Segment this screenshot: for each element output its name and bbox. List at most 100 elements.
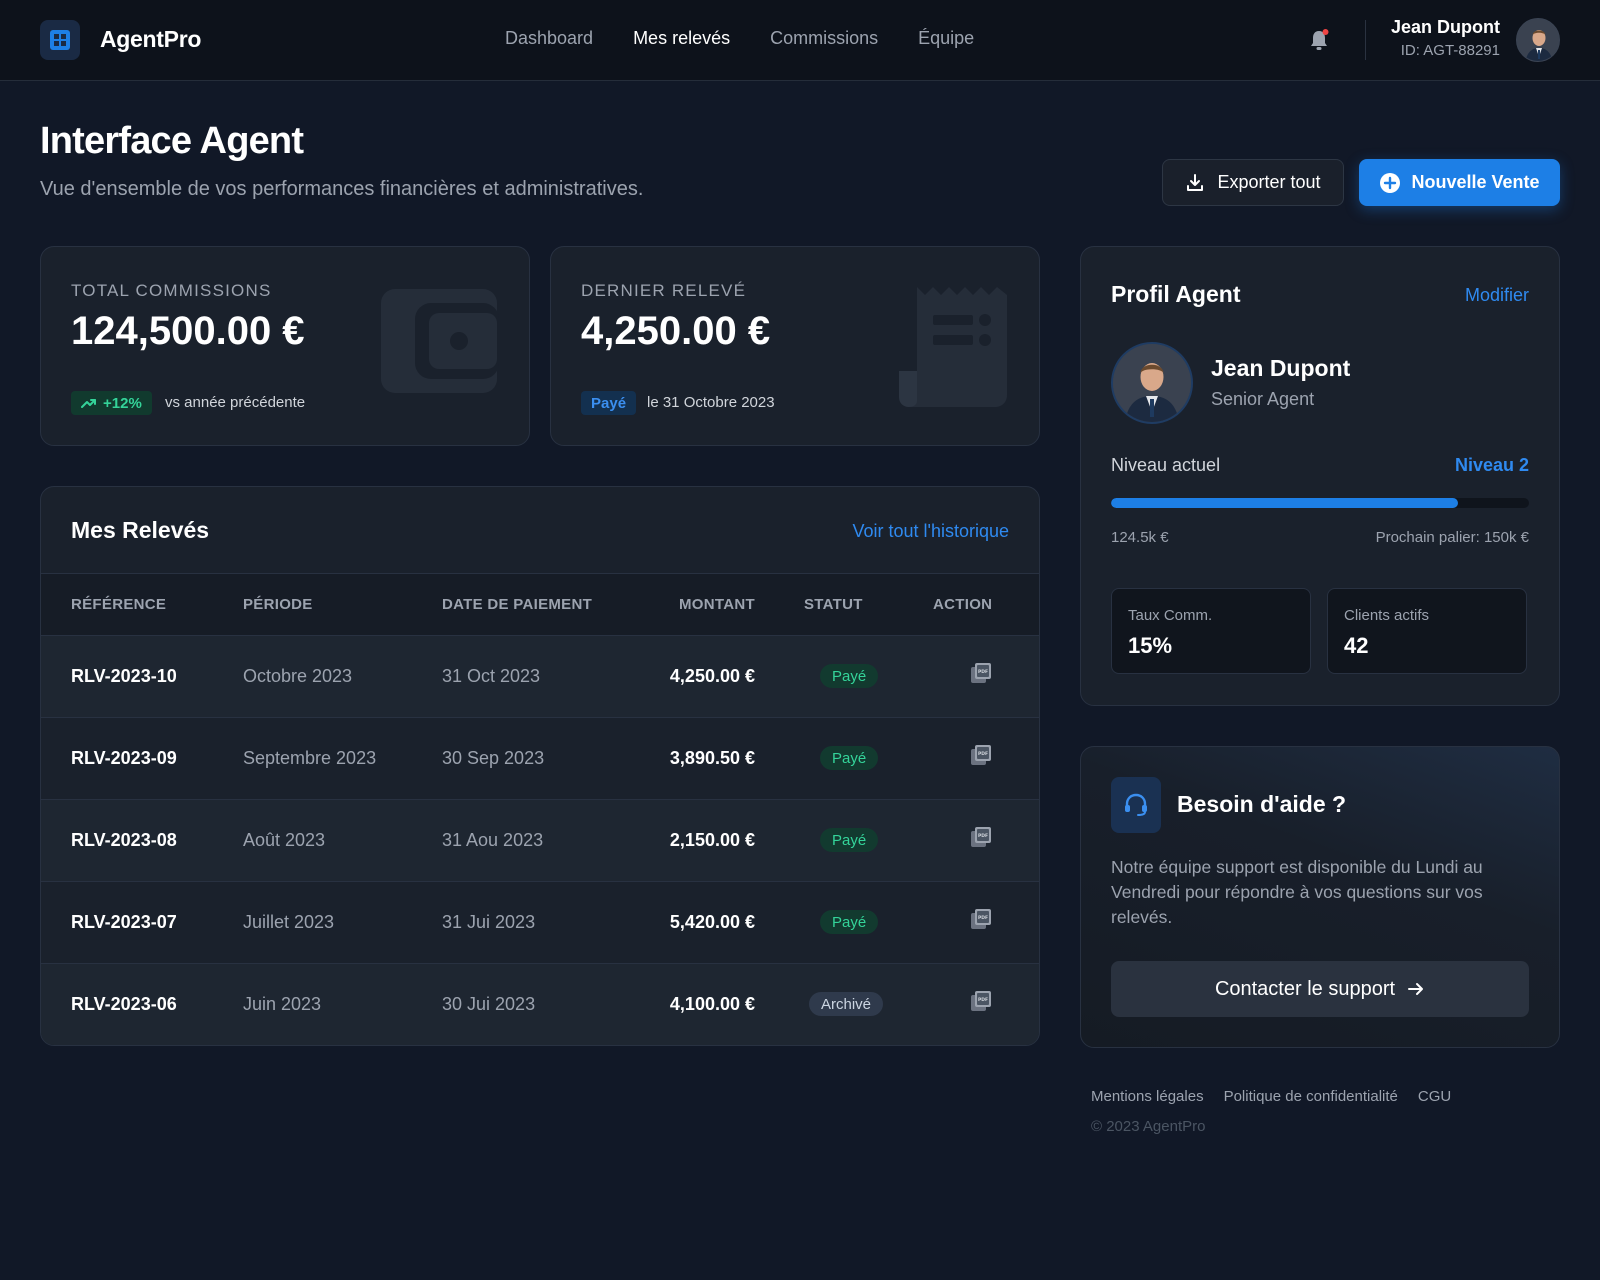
level-progress-fill (1111, 498, 1458, 508)
level-value: Niveau 2 (1454, 455, 1529, 475)
last-statement-date: le 31 Octobre 2023 (647, 394, 775, 411)
total-commissions-label: TOTAL COMMISSIONS (71, 281, 272, 300)
nav-item-dashboard[interactable]: Dashboard (505, 28, 593, 49)
commission-rate-box: Taux Comm. 15% (1111, 588, 1311, 674)
pdf-icon: PDF (971, 663, 991, 683)
page-subtitle: Vue d'ensemble de vos performances finan… (40, 178, 644, 200)
pdf-icon: PDF (971, 991, 991, 1011)
support-title: Besoin d'aide ? (1177, 791, 1347, 817)
table-header: RÉFÉRENCE PÉRIODE DATE DE PAIEMENT MONTA… (41, 573, 1039, 635)
copyright: © 2023 AgentPro (1091, 1118, 1206, 1135)
row-period: Octobre 2023 (243, 666, 353, 686)
notification-dot (1322, 29, 1329, 35)
row-period: Juin 2023 (243, 994, 322, 1014)
status-badge: Payé (820, 664, 879, 688)
bell-icon (1311, 29, 1329, 50)
progress-next-tier: Prochain palier: 150k € (1375, 529, 1529, 546)
table-row[interactable]: RLV-2023-10 Octobre 2023 31 Oct 2023 4,2… (41, 635, 1039, 717)
active-clients-box: Clients actifs 42 (1327, 588, 1527, 674)
svg-text:PDF: PDF (978, 751, 988, 757)
avatar[interactable] (1516, 18, 1560, 62)
support-card: Besoin d'aide ? Notre équipe support est… (1080, 746, 1560, 1048)
page-title: Interface Agent (40, 120, 304, 162)
nav-item-equipe[interactable]: Équipe (918, 28, 974, 49)
notifications-button[interactable] (1308, 28, 1330, 52)
svg-text:PDF: PDF (978, 997, 988, 1003)
user-name: Jean Dupont (1390, 17, 1500, 37)
svg-text:PDF: PDF (978, 833, 988, 839)
status-badge: Payé (820, 746, 879, 770)
nav-item-mes-releves[interactable]: Mes relevés (633, 28, 730, 49)
profile-title: Profil Agent (1111, 281, 1241, 307)
user-avatar-icon (1113, 344, 1191, 422)
headset-icon (1111, 777, 1161, 833)
row-period: Août 2023 (243, 830, 326, 850)
row-reference: RLV-2023-06 (71, 994, 177, 1014)
table-row[interactable]: RLV-2023-06 Juin 2023 30 Jui 2023 4,100.… (41, 963, 1039, 1045)
footer-link-terms[interactable]: CGU (1418, 1088, 1451, 1105)
row-payment-date: 31 Aou 2023 (442, 830, 544, 850)
download-pdf-button[interactable]: PDF (970, 826, 992, 853)
edit-profile-link[interactable]: Modifier (1465, 285, 1529, 306)
trend-caption: vs année précédente (165, 394, 306, 411)
pdf-icon: PDF (971, 827, 991, 847)
footer-link-privacy[interactable]: Politique de confidentialité (1224, 1088, 1398, 1105)
download-pdf-button[interactable]: PDF (970, 908, 992, 935)
logo[interactable] (40, 20, 80, 60)
user-id: ID: AGT-88291 (1400, 42, 1500, 59)
column-header-amount[interactable]: MONTANT (679, 596, 755, 613)
column-header-reference[interactable]: RÉFÉRENCE (71, 596, 166, 613)
footer-link-legal[interactable]: Mentions légales (1091, 1088, 1204, 1105)
agent-role: Senior Agent (1211, 389, 1315, 409)
svg-text:PDF: PDF (978, 915, 988, 921)
status-badge: Payé (581, 391, 637, 415)
main-nav: Dashboard Mes relevés Commissions Équipe (505, 28, 974, 49)
column-header-payment-date[interactable]: DATE DE PAIEMENT (442, 596, 592, 613)
receipt-icon (897, 283, 1009, 414)
arrow-right-icon (1408, 983, 1424, 995)
nav-item-commissions[interactable]: Commissions (770, 28, 878, 49)
view-history-link[interactable]: Voir tout l'historique (852, 521, 1009, 542)
column-header-period[interactable]: PÉRIODE (243, 596, 313, 613)
download-icon (1187, 173, 1204, 191)
total-commissions-value: 124,500.00 € (71, 309, 305, 353)
download-pdf-button[interactable]: PDF (970, 662, 992, 689)
contact-support-button[interactable]: Contacter le support (1111, 961, 1529, 1017)
agent-name: Jean Dupont (1211, 355, 1351, 381)
table-row[interactable]: RLV-2023-07 Juillet 2023 31 Jui 2023 5,4… (41, 881, 1039, 963)
row-amount: 5,420.00 € (669, 912, 755, 932)
row-amount: 3,890.50 € (669, 748, 755, 768)
row-payment-date: 31 Jui 2023 (442, 912, 536, 932)
row-payment-date: 30 Sep 2023 (442, 748, 545, 768)
top-navbar: AgentPro Dashboard Mes relevés Commissio… (0, 0, 1600, 81)
plus-circle-icon (1380, 172, 1401, 193)
row-amount: 4,250.00 € (669, 666, 755, 686)
new-sale-button[interactable]: Nouvelle Vente (1359, 159, 1560, 206)
commission-rate-value: 15% (1128, 633, 1173, 658)
row-period: Septembre 2023 (243, 748, 377, 768)
statements-title: Mes Relevés (71, 517, 210, 543)
download-pdf-button[interactable]: PDF (970, 744, 992, 771)
active-clients-value: 42 (1344, 633, 1369, 658)
level-progress-bar (1111, 498, 1529, 508)
last-statement-value: 4,250.00 € (581, 309, 771, 353)
wallet-icon (379, 283, 499, 404)
column-header-status[interactable]: STATUT (804, 596, 863, 613)
row-payment-date: 31 Oct 2023 (442, 666, 541, 686)
svg-text:PDF: PDF (978, 669, 988, 675)
last-statement-card: DERNIER RELEVÉ 4,250.00 € Payé le 31 Oct… (550, 246, 1040, 446)
divider (1365, 20, 1366, 60)
row-reference: RLV-2023-10 (71, 666, 177, 686)
export-all-button[interactable]: Exporter tout (1162, 159, 1344, 206)
row-reference: RLV-2023-07 (71, 912, 177, 932)
grid-icon (50, 30, 70, 50)
pdf-icon: PDF (971, 745, 991, 765)
table-row[interactable]: RLV-2023-08 Août 2023 31 Aou 2023 2,150.… (41, 799, 1039, 881)
download-pdf-button[interactable]: PDF (970, 990, 992, 1017)
table-row[interactable]: RLV-2023-09 Septembre 2023 30 Sep 2023 3… (41, 717, 1039, 799)
pdf-icon: PDF (971, 909, 991, 929)
status-badge: Payé (820, 828, 879, 852)
app-name[interactable]: AgentPro (100, 26, 201, 53)
status-badge: Payé (820, 910, 879, 934)
contact-support-label: Contacter le support (1214, 977, 1396, 1000)
